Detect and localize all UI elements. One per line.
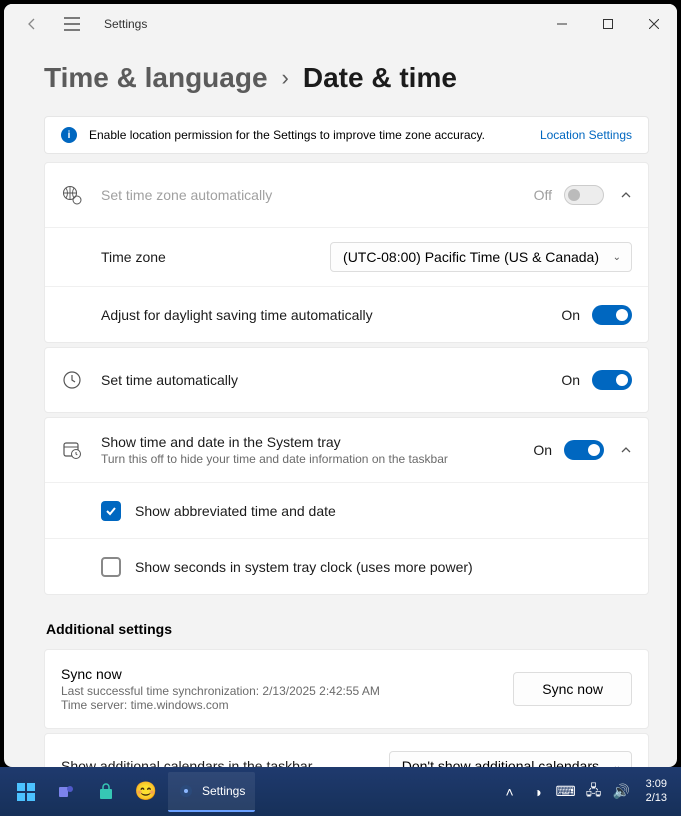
row-seconds[interactable]: Show seconds in system tray clock (uses …: [45, 538, 648, 594]
calendars-dropdown[interactable]: Don't show additional calendars ⌄: [389, 751, 632, 767]
taskbar-store-icon[interactable]: [86, 772, 126, 812]
settings-window: Settings Time & language › Date & time i…: [4, 4, 677, 767]
system-tray[interactable]: ˄ ◑ ⌨ 🖧 🔊 3:09 2/13: [498, 778, 675, 804]
time-auto-label: Set time automatically: [101, 372, 561, 388]
tray-time: 3:09: [646, 778, 667, 791]
timezone-value: (UTC-08:00) Pacific Time (US & Canada): [343, 249, 599, 265]
tray-overflow-icon[interactable]: ˄: [498, 784, 522, 800]
sync-title: Sync now: [61, 666, 513, 682]
systray-label: Show time and date in the System tray: [101, 434, 533, 450]
globe-icon: [61, 185, 83, 205]
calendars-label: Show additional calendars in the taskbar: [61, 758, 389, 767]
calendars-card: Show additional calendars in the taskbar…: [44, 733, 649, 767]
seconds-checkbox[interactable]: [101, 557, 121, 577]
titlebar: Settings: [4, 4, 677, 44]
breadcrumb-current: Date & time: [303, 62, 457, 94]
row-tz-auto[interactable]: Set time zone automatically Off: [45, 163, 648, 227]
tray-volume-icon[interactable]: 🔊: [610, 783, 634, 800]
row-systray-time[interactable]: Show time and date in the System tray Tu…: [45, 418, 648, 482]
sync-now-button[interactable]: Sync now: [513, 672, 632, 706]
window-title: Settings: [104, 17, 147, 31]
row-sync: Sync now Last successful time synchroniz…: [45, 650, 648, 728]
info-icon: i: [61, 127, 77, 143]
chevron-up-icon[interactable]: [620, 189, 632, 201]
sync-last: Last successful time synchronization: 2/…: [61, 684, 513, 698]
row-abbrev[interactable]: Show abbreviated time and date: [45, 482, 648, 538]
row-calendars: Show additional calendars in the taskbar…: [45, 734, 648, 767]
taskbar-app-label: Settings: [202, 784, 245, 798]
dst-label: Adjust for daylight saving time automati…: [101, 307, 561, 323]
tz-label: Time zone: [101, 249, 330, 265]
row-timezone: Time zone (UTC-08:00) Pacific Time (US &…: [45, 227, 648, 286]
tray-keyboard-icon[interactable]: ⌨: [554, 783, 578, 800]
gear-icon: [178, 783, 194, 799]
seconds-label: Show seconds in system tray clock (uses …: [135, 559, 473, 575]
systray-card: Show time and date in the System tray Tu…: [44, 417, 649, 595]
calendar-clock-icon: [61, 440, 83, 460]
location-settings-link[interactable]: Location Settings: [540, 128, 632, 142]
abbrev-checkbox[interactable]: [101, 501, 121, 521]
tray-onedrive-icon[interactable]: ◑: [526, 784, 550, 800]
tray-date: 2/13: [646, 792, 667, 805]
tz-auto-label: Set time zone automatically: [101, 187, 534, 203]
content-area: Time & language › Date & time i Enable l…: [4, 44, 677, 767]
hamburger-button[interactable]: [52, 8, 92, 40]
info-bar: i Enable location permission for the Set…: [44, 116, 649, 154]
time-auto-toggle[interactable]: [592, 370, 632, 390]
time-auto-state: On: [561, 372, 580, 388]
row-time-auto[interactable]: Set time automatically On: [45, 348, 648, 412]
chevron-down-icon: ⌄: [613, 252, 621, 263]
taskbar-settings-app[interactable]: Settings: [168, 772, 255, 812]
taskbar[interactable]: 😊 Settings ˄ ◑ ⌨ 🖧 🔊 3:09 2/13: [0, 767, 681, 816]
tz-auto-toggle: [564, 185, 604, 205]
taskbar-teams-icon[interactable]: [46, 772, 86, 812]
timezone-dropdown[interactable]: (UTC-08:00) Pacific Time (US & Canada) ⌄: [330, 242, 632, 272]
tz-auto-state: Off: [534, 187, 552, 203]
clock-icon: [61, 370, 83, 390]
breadcrumb: Time & language › Date & time: [44, 62, 649, 94]
systray-state: On: [533, 442, 552, 458]
breadcrumb-parent[interactable]: Time & language: [44, 62, 268, 94]
maximize-button[interactable]: [585, 8, 631, 40]
start-button[interactable]: [6, 772, 46, 812]
systray-toggle[interactable]: [564, 440, 604, 460]
dst-toggle[interactable]: [592, 305, 632, 325]
abbrev-label: Show abbreviated time and date: [135, 503, 336, 519]
time-card: Set time automatically On: [44, 347, 649, 413]
timezone-card: Set time zone automatically Off Time zon…: [44, 162, 649, 343]
info-text: Enable location permission for the Setti…: [89, 128, 485, 142]
calendars-value: Don't show additional calendars: [402, 758, 599, 767]
taskbar-emoji-icon[interactable]: 😊: [126, 772, 166, 812]
dst-state: On: [561, 307, 580, 323]
row-dst: Adjust for daylight saving time automati…: [45, 286, 648, 342]
chevron-right-icon: ›: [282, 65, 289, 91]
chevron-up-icon[interactable]: [620, 444, 632, 456]
sync-server: Time server: time.windows.com: [61, 698, 513, 712]
sync-card: Sync now Last successful time synchroniz…: [44, 649, 649, 729]
back-button[interactable]: [16, 8, 48, 40]
additional-heading: Additional settings: [46, 621, 649, 637]
tray-network-icon[interactable]: 🖧: [582, 780, 606, 804]
close-button[interactable]: [631, 8, 677, 40]
minimize-button[interactable]: [539, 8, 585, 40]
systray-sub: Turn this off to hide your time and date…: [101, 452, 533, 466]
tray-clock[interactable]: 3:09 2/13: [638, 778, 675, 804]
